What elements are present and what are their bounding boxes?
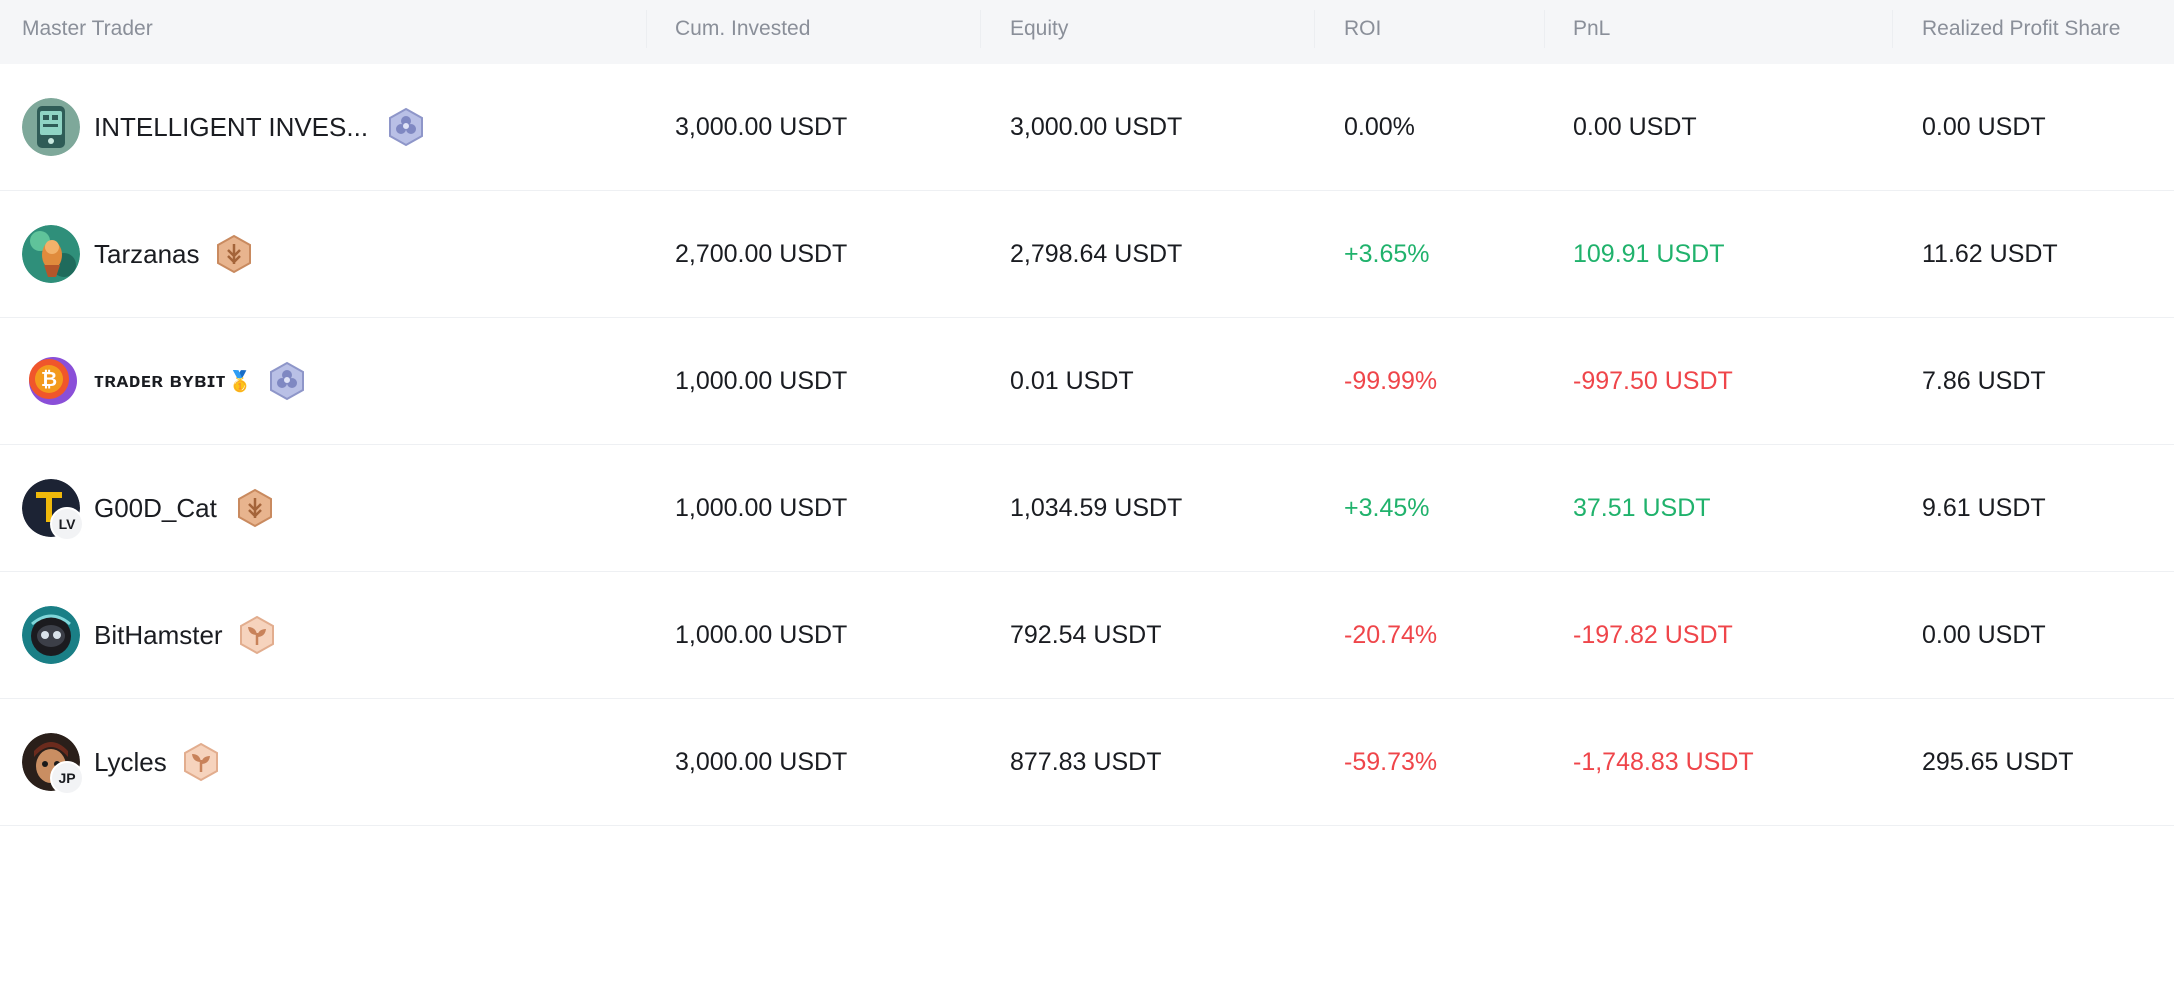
country-badge: LV (50, 507, 84, 541)
master-trader-cell[interactable]: JP Lycles (22, 699, 221, 825)
country-badge: JP (50, 761, 84, 795)
roi-value: -20.74% (1344, 621, 1438, 649)
header-cum-invested[interactable]: Cum. Invested (675, 0, 810, 64)
roi-value: -59.73% (1344, 748, 1438, 776)
sprout-level-icon (237, 615, 277, 655)
table-header: Master Trader Cum. Invested Equity ROI P… (0, 0, 2174, 64)
header-divider (1892, 10, 1893, 48)
trader-name[interactable]: BitHamster (94, 620, 223, 651)
table-row[interactable]: ₿ ᴛʀᴀᴅᴇʀ ʙʏʙɪᴛ 🥇 1,000.00 USDT 0.01 USDT… (0, 318, 2174, 445)
header-realized-profit-share[interactable]: Realized Profit Share (1922, 0, 2120, 64)
copy-trading-table: Master Trader Cum. Invested Equity ROI P… (0, 0, 2174, 826)
cum-invested-value: 2,700.00 USDT (675, 240, 848, 268)
realized-profit-share-value: 9.61 USDT (1922, 494, 2046, 522)
master-trader-cell[interactable]: Tarzanas (22, 191, 254, 317)
master-trader-cell[interactable]: ₿ ᴛʀᴀᴅᴇʀ ʙʏʙɪᴛ 🥇 (22, 318, 307, 444)
master-trader-cell[interactable]: INTELLIGENT INVES... (22, 64, 426, 190)
cum-invested-value: 1,000.00 USDT (675, 367, 848, 395)
realized-profit-share-value: 0.00 USDT (1922, 113, 2046, 141)
table-row[interactable]: Tarzanas 2,700.00 USDT 2,798.64 USDT +3.… (0, 191, 2174, 318)
bronze-level-icon (214, 234, 254, 274)
avatar[interactable] (22, 98, 80, 156)
equity-value: 3,000.00 USDT (1010, 113, 1183, 141)
realized-profit-share-value: 0.00 USDT (1922, 621, 2046, 649)
gold-medal-icon: 🥇 (227, 370, 253, 393)
diamond-level-icon (267, 361, 307, 401)
header-divider (1544, 10, 1545, 48)
header-pnl[interactable]: PnL (1573, 0, 1610, 64)
table-row[interactable]: BitHamster 1,000.00 USDT 792.54 USDT -20… (0, 572, 2174, 699)
equity-value: 2,798.64 USDT (1010, 240, 1183, 268)
cum-invested-value: 1,000.00 USDT (675, 494, 848, 522)
equity-value: 0.01 USDT (1010, 367, 1134, 395)
header-master-trader[interactable]: Master Trader (22, 0, 153, 64)
trader-name[interactable]: Lycles (94, 747, 167, 778)
roi-value: 0.00% (1344, 113, 1415, 141)
table-row[interactable]: INTELLIGENT INVES... 3,000.00 USDT 3,000… (0, 64, 2174, 191)
roi-value: +3.45% (1344, 494, 1430, 522)
equity-value: 792.54 USDT (1010, 621, 1162, 649)
pnl-value: 0.00 USDT (1573, 113, 1697, 141)
master-trader-cell[interactable]: LV G00D_Cat (22, 445, 275, 571)
header-divider (1314, 10, 1315, 48)
equity-value: 877.83 USDT (1010, 748, 1162, 776)
cum-invested-value: 3,000.00 USDT (675, 748, 848, 776)
table-row[interactable]: JP Lycles 3,000.00 USDT 877.83 USDT -59.… (0, 699, 2174, 826)
equity-value: 1,034.59 USDT (1010, 494, 1183, 522)
pnl-value: -1,748.83 USDT (1573, 748, 1754, 776)
avatar[interactable]: ₿ (22, 352, 80, 410)
realized-profit-share-value: 295.65 USDT (1922, 748, 2074, 776)
avatar[interactable]: JP (22, 733, 84, 795)
bronze-level-icon (235, 488, 275, 528)
realized-profit-share-value: 7.86 USDT (1922, 367, 2046, 395)
avatar[interactable] (22, 225, 80, 283)
trader-name[interactable]: INTELLIGENT INVES... (94, 112, 368, 143)
pnl-value: -197.82 USDT (1573, 621, 1733, 649)
cum-invested-value: 3,000.00 USDT (675, 113, 848, 141)
trader-avatar-icon: ₿ (22, 352, 80, 410)
sprout-level-icon (181, 742, 221, 782)
trader-name[interactable]: Tarzanas (94, 239, 200, 270)
table-row[interactable]: LV G00D_Cat 1,000.00 USDT 1,034.59 USDT … (0, 445, 2174, 572)
avatar[interactable] (22, 606, 80, 664)
trader-avatar-icon (22, 225, 80, 283)
trader-name[interactable]: ᴛʀᴀᴅᴇʀ ʙʏʙɪᴛ (94, 370, 226, 393)
svg-text:₿: ₿ (41, 367, 57, 391)
pnl-value: 37.51 USDT (1573, 494, 1711, 522)
header-equity[interactable]: Equity (1010, 0, 1068, 64)
master-trader-cell[interactable]: BitHamster (22, 572, 277, 698)
header-divider (646, 10, 647, 48)
pnl-value: -997.50 USDT (1573, 367, 1733, 395)
diamond-level-icon (386, 107, 426, 147)
pnl-value: 109.91 USDT (1573, 240, 1725, 268)
header-roi[interactable]: ROI (1344, 0, 1381, 64)
realized-profit-share-value: 11.62 USDT (1922, 240, 2058, 268)
roi-value: +3.65% (1344, 240, 1430, 268)
roi-value: -99.99% (1344, 367, 1438, 395)
avatar[interactable]: LV (22, 479, 84, 541)
cum-invested-value: 1,000.00 USDT (675, 621, 848, 649)
trader-name[interactable]: G00D_Cat (94, 493, 217, 524)
trader-avatar-icon (22, 606, 80, 664)
trader-avatar-icon (22, 98, 80, 156)
header-divider (980, 10, 981, 48)
